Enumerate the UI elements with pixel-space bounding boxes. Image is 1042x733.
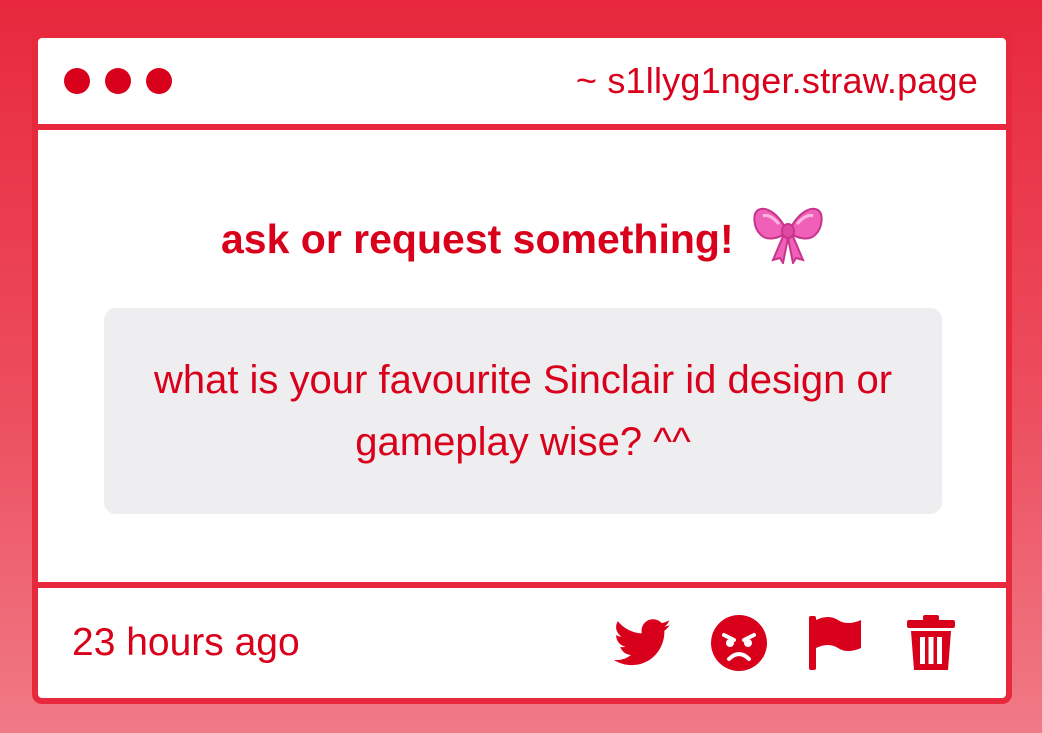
flag-icon — [809, 616, 861, 670]
page-heading: ask or request something! — [38, 207, 1006, 274]
card-footer: 23 hours ago — [38, 582, 1006, 698]
window-dots — [64, 68, 172, 94]
window-dot-icon — [64, 68, 90, 94]
twitter-bird-icon — [614, 619, 671, 666]
main-content: ask or request something! what is your f… — [38, 130, 1006, 588]
delete-button[interactable] — [902, 614, 960, 672]
action-bar — [614, 614, 960, 672]
window-dot-icon — [105, 68, 131, 94]
timestamp: 23 hours ago — [72, 621, 300, 664]
question-box: what is your favourite Sinclair id desig… — [104, 308, 942, 514]
window-titlebar: ~ s1llyg1nger.straw.page — [38, 38, 1006, 130]
heading-text: ask or request something! — [220, 215, 734, 262]
angry-face-icon — [711, 615, 767, 671]
question-text: what is your favourite Sinclair id desig… — [153, 358, 893, 464]
report-flag-button[interactable] — [806, 614, 864, 672]
twitter-share-button[interactable] — [614, 614, 672, 672]
react-angry-button[interactable] — [710, 614, 768, 672]
trash-icon — [907, 615, 955, 670]
ask-card: ~ s1llyg1nger.straw.page ask or request … — [32, 32, 1012, 704]
ribbon-bow-icon — [753, 202, 823, 274]
site-url[interactable]: ~ s1llyg1nger.straw.page — [576, 60, 978, 102]
window-dot-icon — [146, 68, 172, 94]
